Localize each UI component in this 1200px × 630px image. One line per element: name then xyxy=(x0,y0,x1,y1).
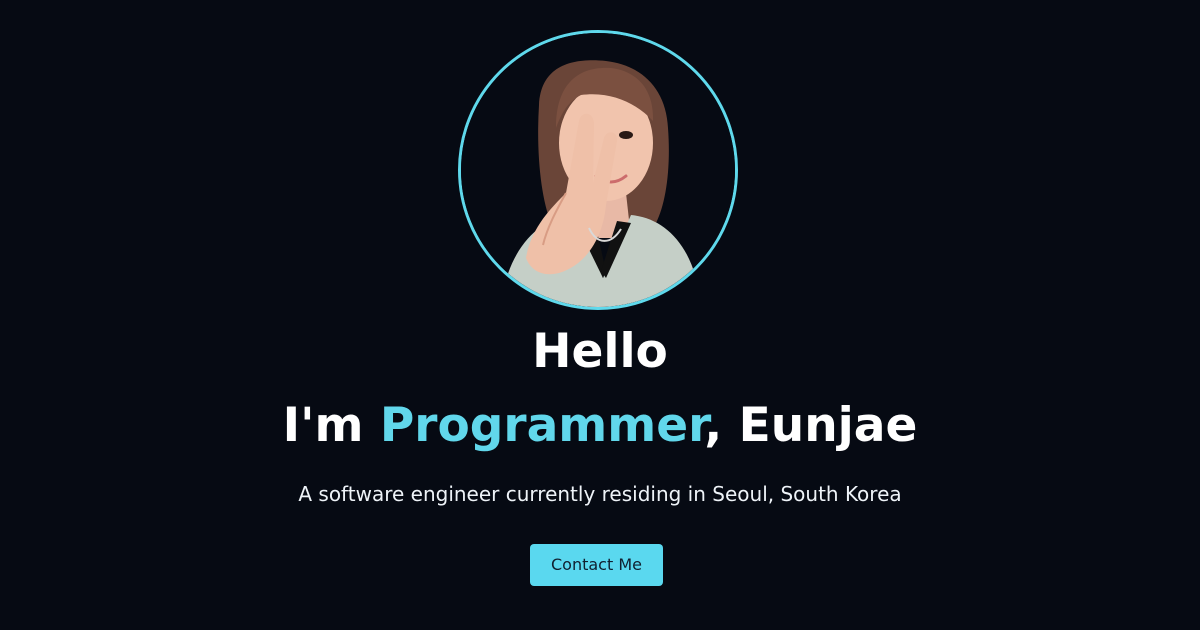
intro-role: Programmer xyxy=(379,398,705,453)
intro-prefix: I'm xyxy=(282,398,380,453)
hero-section: Hello I'm Programmer, Eunjae A software … xyxy=(0,0,1200,630)
profile-avatar xyxy=(458,30,738,310)
intro-suffix: , Eunjae xyxy=(704,398,918,453)
profile-photo xyxy=(461,33,735,307)
intro-heading: I'm Programmer, Eunjae xyxy=(0,395,1200,457)
greeting-heading: Hello xyxy=(532,324,668,379)
tagline: A software engineer currently residing i… xyxy=(298,482,902,506)
contact-me-button[interactable]: Contact Me xyxy=(530,544,663,586)
